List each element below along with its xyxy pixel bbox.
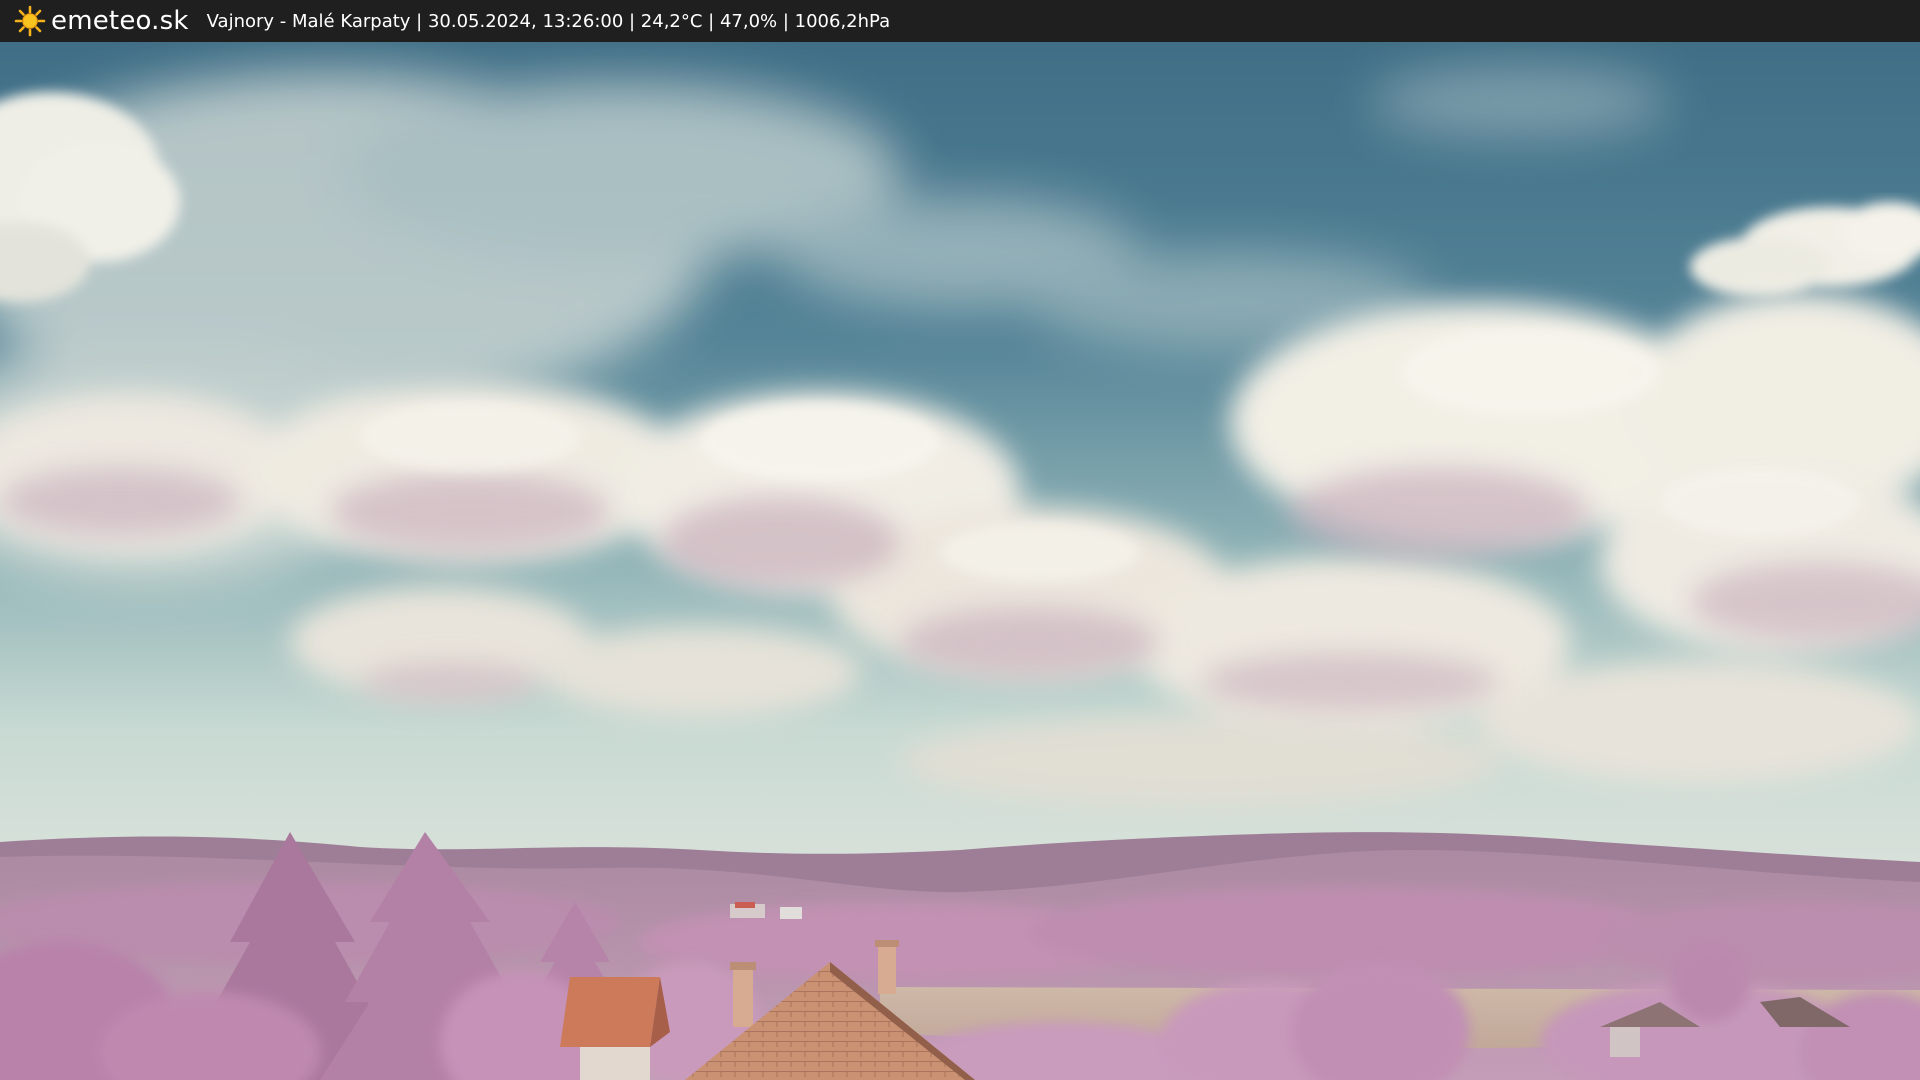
brand-name: emeteo.sk: [51, 6, 189, 36]
weather-info-line: Vajnory - Malé Karpaty | 30.05.2024, 13:…: [206, 10, 891, 32]
brand-logo[interactable]: emeteo.sk: [14, 5, 189, 37]
sun-icon: [14, 5, 46, 37]
top-info-bar: emeteo.sk Vajnory - Malé Karpaty | 30.05…: [0, 0, 1920, 42]
webcam-image: [0, 42, 1920, 1080]
